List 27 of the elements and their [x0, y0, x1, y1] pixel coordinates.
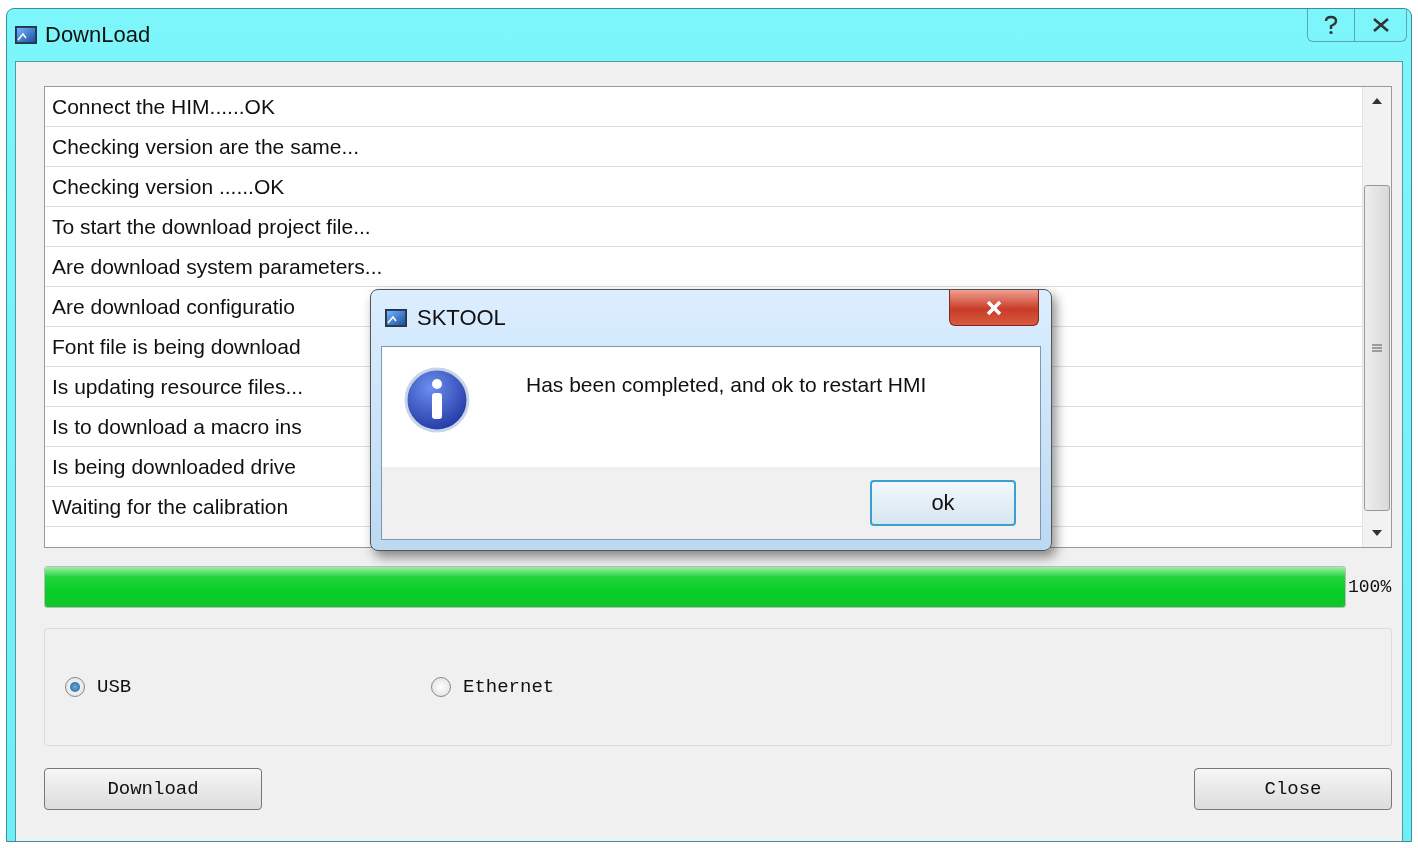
log-line: Connect the HIM......OK — [45, 87, 1362, 127]
log-line: Are download system parameters... — [45, 247, 1362, 287]
scroll-down-icon[interactable] — [1371, 529, 1383, 537]
close-button[interactable]: Close — [1194, 768, 1392, 810]
download-button[interactable]: Download — [44, 768, 262, 810]
radio-label: Ethernet — [463, 676, 555, 698]
radio-dot[interactable] — [431, 677, 451, 697]
log-line: To start the download project file... — [45, 207, 1362, 247]
log-line: Checking version are the same... — [45, 127, 1362, 167]
scroll-up-icon[interactable] — [1371, 97, 1383, 105]
window-title: DownLoad — [45, 22, 151, 48]
log-line: Checking version ......OK — [45, 167, 1362, 207]
close-icon — [984, 299, 1004, 316]
app-icon — [385, 309, 407, 327]
scroll-thumb[interactable] — [1364, 185, 1390, 511]
connection-radio[interactable]: USB — [65, 676, 431, 698]
info-icon — [404, 367, 470, 433]
close-button[interactable] — [949, 290, 1039, 326]
ok-button[interactable]: ok — [870, 480, 1016, 526]
scrollbar[interactable] — [1362, 87, 1391, 547]
progress-percent: 100% — [1348, 577, 1392, 597]
help-icon — [1323, 15, 1339, 35]
connection-radio[interactable]: Ethernet — [431, 676, 797, 698]
dialog-message: Has been completed, and ok to restart HMI — [526, 373, 927, 397]
radio-dot[interactable] — [65, 677, 85, 697]
radio-label: USB — [97, 676, 132, 698]
app-icon — [15, 26, 37, 44]
